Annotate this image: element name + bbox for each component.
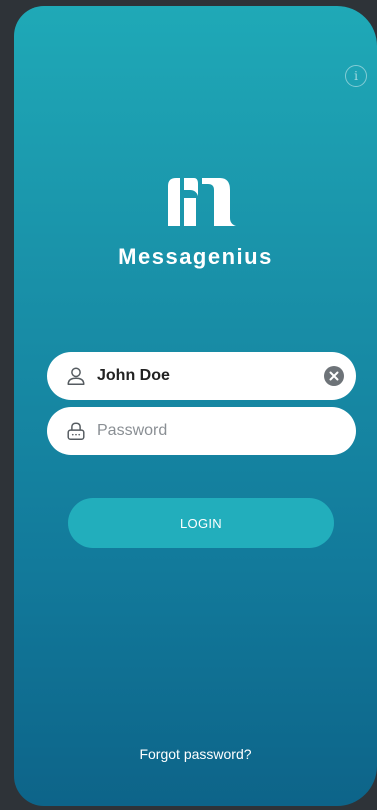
lock-icon [67,422,85,440]
username-field[interactable] [47,352,356,400]
info-button[interactable]: i [345,65,367,87]
brand-name: Messagenius [118,244,273,269]
password-input[interactable] [97,411,344,451]
info-icon: i [354,69,358,83]
messagenius-logo [168,178,236,226]
login-screen: i Messagenius LOGIN Forgot pas [14,6,377,806]
forgot-password-link[interactable]: Forgot password? [14,746,377,762]
password-field[interactable] [47,407,356,455]
login-button[interactable]: LOGIN [68,498,334,548]
username-input[interactable] [97,356,324,396]
user-icon [67,367,85,385]
clear-username-button[interactable] [324,366,344,386]
clear-icon [329,371,339,381]
